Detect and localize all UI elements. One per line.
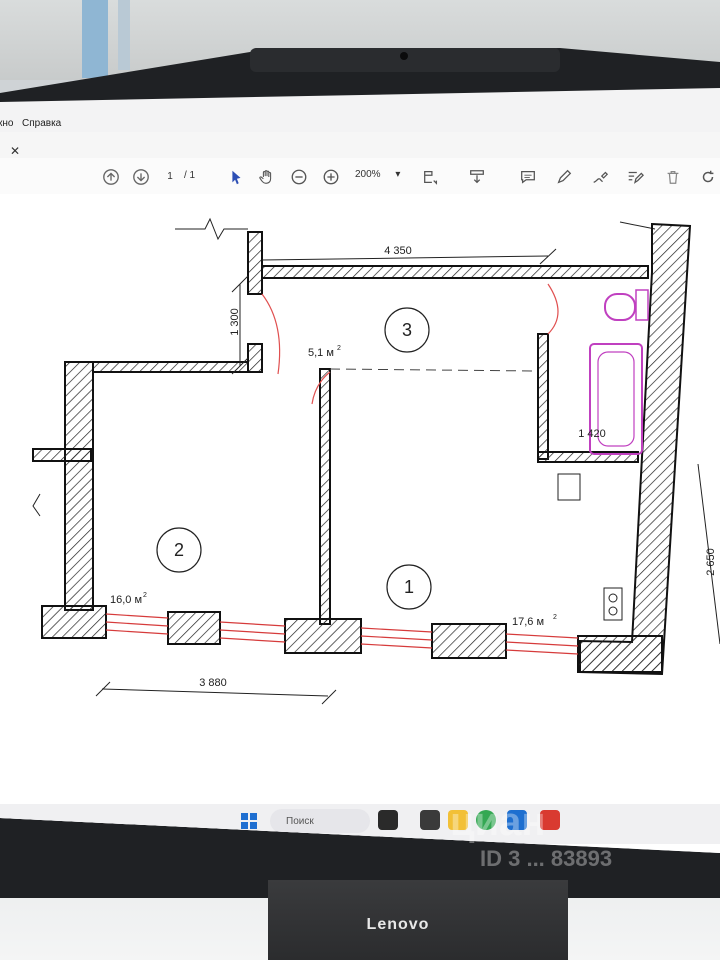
select-arrow-icon[interactable] <box>225 166 247 188</box>
dim-bottom: 3 880 <box>199 677 227 689</box>
room1-area: 17,6 м <box>512 616 544 628</box>
room2-area: 16,0 м <box>110 594 142 606</box>
page-down-icon[interactable] <box>130 166 152 188</box>
zoom-in-icon[interactable] <box>320 166 342 188</box>
wall-bottom-2 <box>167 611 221 645</box>
room2-area-sq: 2 <box>143 592 147 599</box>
sign-icon[interactable] <box>589 166 611 188</box>
pdf-document-page: 3 2 1 4 350 1 300 1 420 3 880 2 650 5,1 … <box>0 194 720 853</box>
wall-top <box>261 265 649 279</box>
room1-number: 1 <box>404 577 414 597</box>
zoom-select[interactable]: 200% ▾ <box>355 169 409 185</box>
break-line-top-right <box>619 221 656 230</box>
menu-window[interactable]: кно <box>0 118 13 129</box>
wall-bottom-1 <box>41 605 107 639</box>
rotate-icon[interactable] <box>697 166 719 188</box>
wall-bottom-4 <box>431 623 507 659</box>
page-number-input[interactable]: 1 <box>158 167 182 185</box>
room3-area: 5,1 м <box>308 347 334 359</box>
zoom-value: 200% <box>355 169 381 180</box>
hand-tool-icon[interactable] <box>256 166 278 188</box>
taskbar-search[interactable]: Поиск <box>270 809 370 833</box>
close-icon[interactable]: ✕ <box>10 144 20 158</box>
menu-bar: кно Справка <box>0 118 720 132</box>
room1-area-sq: 2 <box>553 614 557 621</box>
zoom-out-icon[interactable] <box>288 166 310 188</box>
wall-bottom-3 <box>284 618 362 654</box>
dim-left-vertical: 1 300 <box>229 308 241 336</box>
wall-left-outer <box>64 361 94 611</box>
search-label: Поиск <box>286 815 314 827</box>
fit-page-icon[interactable] <box>420 166 442 188</box>
room3-number: 3 <box>402 320 412 340</box>
trash-icon[interactable] <box>662 166 684 188</box>
dim-right-vertical: 2 650 <box>705 548 717 576</box>
pdf-toolbar: 1 / 1 200% ▾ <box>0 158 720 195</box>
room3-area-sq: 2 <box>337 345 341 352</box>
wall-bottom-5 <box>577 635 663 673</box>
wall-room2-top <box>92 361 249 373</box>
monitor-screen: кно Справка ✕ 1 / 1 200% ▾ 3 2 1 4 350 1… <box>0 88 720 853</box>
pen-icon[interactable] <box>553 166 575 188</box>
page-up-icon[interactable] <box>100 166 122 188</box>
windows-start-icon[interactable] <box>240 812 258 830</box>
floor-plan: 3 2 1 4 350 1 300 1 420 3 880 2 650 5,1 … <box>32 217 720 705</box>
room-divider <box>329 368 539 372</box>
wall-bathroom <box>537 333 549 460</box>
monitor-brand: Lenovo <box>366 916 430 933</box>
balcony-wall <box>32 448 92 462</box>
tab-strip: ✕ <box>0 132 720 161</box>
watermark: циан <box>450 800 546 844</box>
comment-icon[interactable] <box>517 166 539 188</box>
toilet <box>604 293 636 321</box>
wall-stub <box>247 343 263 373</box>
wall-partition <box>319 368 331 625</box>
menu-help[interactable]: Справка <box>22 118 61 129</box>
dim-bath: 1 420 <box>578 428 606 440</box>
webcam-icon <box>400 52 408 60</box>
background-window-frame <box>118 0 130 70</box>
page-current: 1 <box>167 170 173 182</box>
doors <box>261 283 559 405</box>
chevron-down-icon: ▾ <box>395 169 401 180</box>
watermark-id: ID 3 ... 83893 <box>480 846 613 871</box>
sink <box>557 473 581 501</box>
page-total: / 1 <box>184 170 196 181</box>
edit-text-icon[interactable] <box>624 166 646 188</box>
break-line-top-left <box>175 217 248 241</box>
wall-right-outer <box>579 222 692 676</box>
task-app-icon[interactable] <box>378 810 398 830</box>
wall-left-vestibule <box>247 231 263 295</box>
dim-top: 4 350 <box>384 245 412 257</box>
download-icon[interactable] <box>466 166 488 188</box>
task-view-icon[interactable] <box>420 810 440 830</box>
background-window <box>82 0 108 78</box>
room2-number: 2 <box>174 540 184 560</box>
